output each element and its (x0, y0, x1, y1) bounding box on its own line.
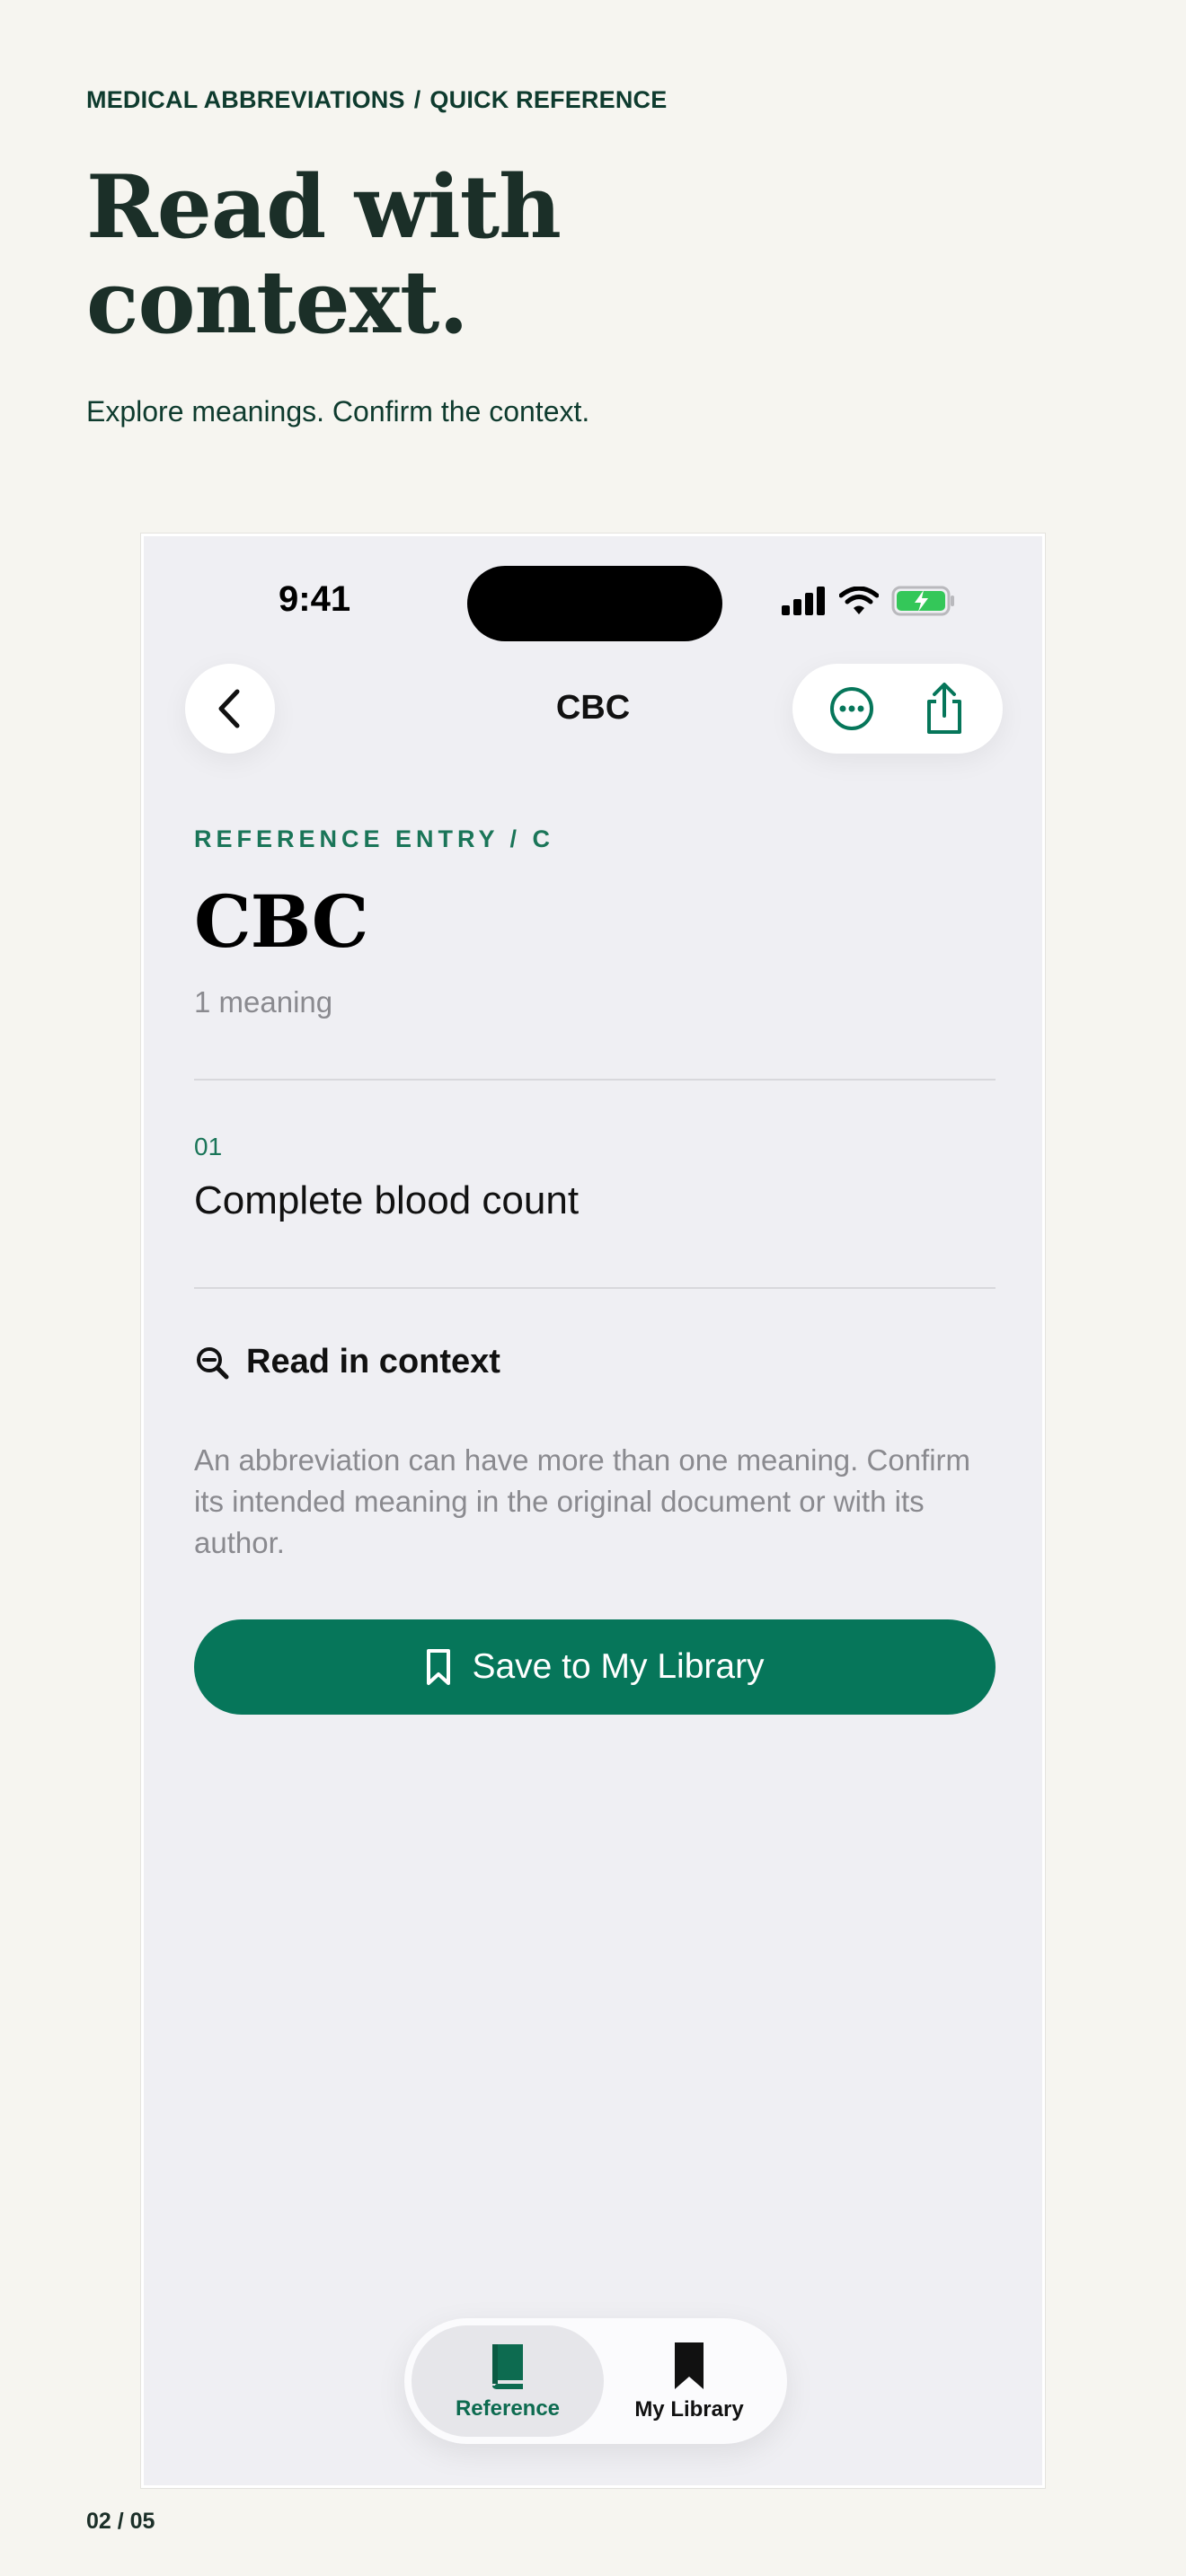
context-title: Read in context (246, 1343, 500, 1381)
cellular-signal-icon (782, 587, 825, 615)
wifi-icon (839, 587, 879, 614)
tab-reference-label: Reference (455, 2396, 561, 2421)
tab-reference[interactable]: Reference (412, 2325, 604, 2437)
more-button[interactable] (816, 673, 888, 745)
ellipsis-circle-icon (829, 687, 873, 730)
battery-charging-icon (891, 586, 954, 616)
dynamic-island (467, 566, 722, 641)
book-icon (492, 2344, 523, 2389)
status-time: 9:41 (279, 579, 351, 619)
breadcrumb-page: QUICK REFERENCE (429, 86, 668, 113)
tab-my-library[interactable]: My Library (604, 2325, 774, 2437)
bookmark-icon (427, 1649, 451, 1685)
context-heading: Read in context (194, 1343, 500, 1381)
breadcrumb-separator: / (413, 86, 421, 113)
headline: Read with context. (86, 156, 562, 353)
headline-line-2: context. (86, 251, 469, 353)
entry-label: REFERENCE ENTRY / C (194, 825, 555, 852)
bookmark-filled-icon (675, 2342, 704, 2389)
breadcrumb-section: MEDICAL ABBREVIATIONS (86, 86, 405, 113)
headline-line-1: Read with (86, 156, 562, 258)
context-body: An abbreviation can have more than one m… (194, 1443, 971, 1559)
divider (194, 1079, 996, 1081)
share-button[interactable] (908, 673, 980, 745)
meaning-count: 1 meaning (194, 985, 333, 1019)
page-counter: 02 / 05 (86, 2509, 155, 2534)
divider (194, 1287, 996, 1289)
save-button-label: Save to My Library (472, 1647, 765, 1686)
phone-screen: 9:41 CBC REFERENCE ENTRY / C CBC 1 meani… (141, 534, 1045, 2488)
magnifier-minus-icon (197, 1346, 229, 1379)
tab-my-library-label: My Library (634, 2397, 744, 2422)
share-icon (926, 683, 961, 734)
nav-actions (792, 664, 1003, 754)
tab-bar: Reference My Library (404, 2318, 787, 2444)
entry-title: CBC (194, 879, 368, 964)
meaning-text: Complete blood count (194, 1178, 580, 1222)
tagline: Explore meanings. Confirm the context. (86, 395, 590, 428)
slide: MEDICAL ABBREVIATIONS / QUICK REFERENCE Re… (0, 0, 1186, 2576)
save-to-library-button[interactable]: Save to My Library (194, 1619, 996, 1715)
meaning-number: 01 (194, 1133, 223, 1160)
status-icons (782, 586, 956, 616)
breadcrumb: MEDICAL ABBREVIATIONS / QUICK REFERENCE (86, 86, 667, 114)
